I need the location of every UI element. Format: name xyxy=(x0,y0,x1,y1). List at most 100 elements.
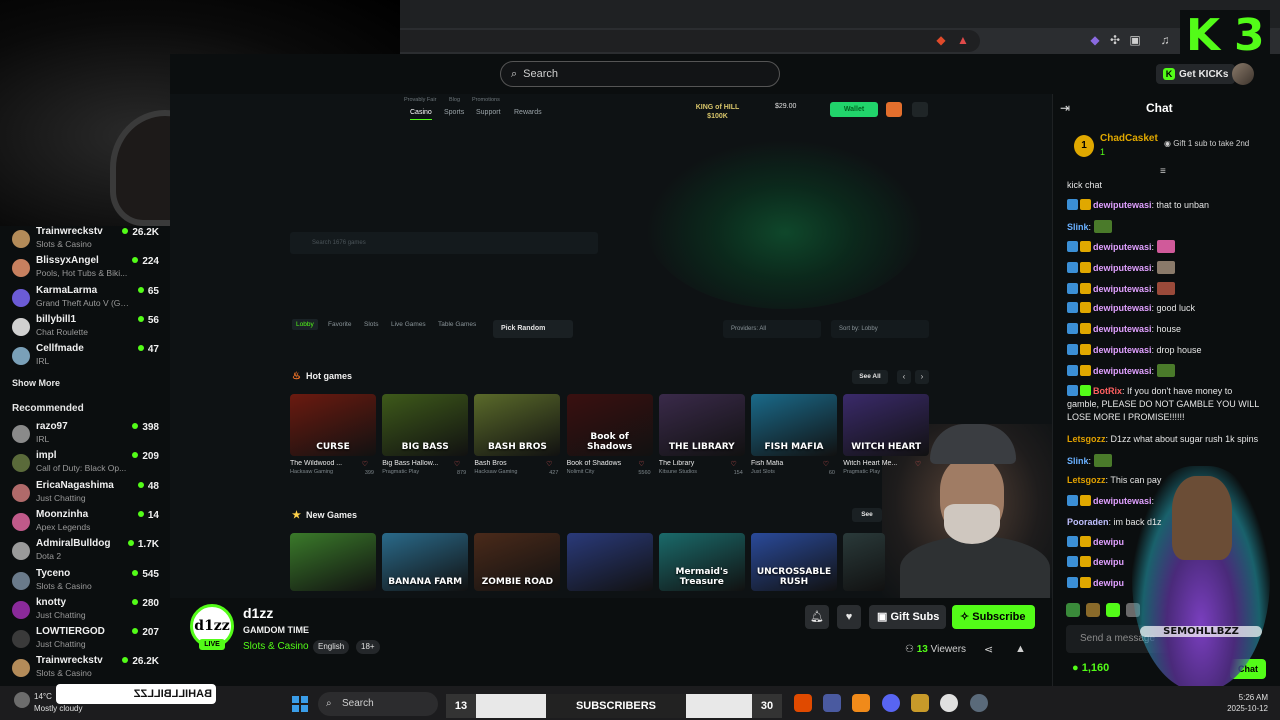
gd-tab: Table Games xyxy=(438,321,477,328)
get-kicks-button[interactable]: K Get KICKs xyxy=(1156,64,1236,84)
sidebar-channel[interactable]: Tyceno Slots & Casino 545 xyxy=(0,568,170,596)
sidebar-channel[interactable]: Cellfmade IRL 47 xyxy=(0,343,170,371)
stream-category-link[interactable]: Slots & Casino xyxy=(243,641,309,652)
app-icon[interactable] xyxy=(852,694,870,712)
mature-tag[interactable]: 18+ xyxy=(356,640,380,654)
sidebar-channel[interactable]: LOWTIERGOD Just Chatting 207 xyxy=(0,626,170,654)
sidebar-toggle-icon[interactable]: ▣ xyxy=(1128,33,1142,47)
share-icon[interactable]: ⋖ xyxy=(984,643,993,656)
chat-username[interactable]: Letsgozz xyxy=(1067,434,1106,444)
sidebar-channel[interactable]: razo97 IRL 398 xyxy=(0,421,170,449)
sidebar-channel[interactable]: BlissyxAngel Pools, Hot Tubs & Biki... 224 xyxy=(0,255,170,283)
chat-text: : im back d1z xyxy=(1108,517,1162,527)
channel-category: Slots & Casino xyxy=(36,239,92,249)
sidebar-channel[interactable]: EricaNagashima Just Chatting 48 xyxy=(0,480,170,508)
badge-icon xyxy=(1080,385,1091,396)
search-input[interactable]: ⌕ Search xyxy=(500,61,780,87)
emote-icon xyxy=(1093,220,1112,233)
gd-small-link: Provably Fair xyxy=(404,97,437,103)
heart-icon: ♡ xyxy=(638,461,645,468)
chat-username[interactable]: dewiputewasi xyxy=(1093,345,1152,355)
gift-prompt[interactable]: ◉ Gift 1 sub to take 2nd xyxy=(1164,139,1249,148)
language-tag[interactable]: English xyxy=(313,640,350,654)
chat-username[interactable]: BotRix xyxy=(1093,386,1122,396)
gd-game-search: Search 1676 games xyxy=(290,232,598,254)
gifter-name[interactable]: ChadCasket xyxy=(1100,133,1158,144)
chat-message: dewiputewasi: xyxy=(1067,261,1265,275)
show-more-link[interactable]: Show More xyxy=(12,378,60,388)
puzzle-icon[interactable]: ✣ xyxy=(1108,33,1122,47)
channel-avatar xyxy=(12,317,30,336)
channel-viewers: 398 xyxy=(132,422,159,433)
chat-username[interactable]: Slink xyxy=(1067,222,1089,232)
gd-nav-casino: Casino xyxy=(410,109,432,120)
emote-icon xyxy=(1093,454,1112,467)
sidebar-channel[interactable]: Trainwreckstv Slots & Casino 26.2K xyxy=(0,655,170,683)
hot-games-title: Hot games xyxy=(305,371,352,381)
channel-viewers: 280 xyxy=(132,598,159,609)
sidebar-channel[interactable]: AdmiralBulldog Dota 2 1.7K xyxy=(0,538,170,566)
collapse-chat-icon[interactable]: ⇥ xyxy=(1060,101,1070,115)
subs-goal: 30 xyxy=(752,694,782,718)
chat-username[interactable]: Slink xyxy=(1067,456,1089,466)
gift-subs-button[interactable]: ▣ Gift Subs xyxy=(869,605,946,629)
report-icon[interactable]: ▲ xyxy=(1015,643,1026,655)
windows-start-icon[interactable] xyxy=(292,696,308,712)
sidebar-channel[interactable]: knotty Just Chatting 280 xyxy=(0,597,170,625)
sidebar-channel[interactable]: billybill1 Chat Roulette 56 xyxy=(0,314,170,342)
chat-username[interactable]: dewipu xyxy=(1093,557,1124,567)
filter-icon[interactable]: ≡ xyxy=(1160,166,1166,177)
obs-icon[interactable] xyxy=(940,694,958,712)
chat-message: kick chat xyxy=(1067,179,1265,192)
chat-username[interactable]: dewiputewasi xyxy=(1093,200,1152,210)
system-clock[interactable]: 5:26 AM 2025-10-12 xyxy=(1222,692,1268,714)
app-icon[interactable] xyxy=(911,694,929,712)
recommended-heading: Recommended xyxy=(12,403,84,414)
emote-icon[interactable] xyxy=(1086,603,1100,617)
media-icon[interactable]: ♫ xyxy=(1158,33,1172,47)
chat-username[interactable]: dewipu xyxy=(1093,578,1124,588)
settings-icon[interactable] xyxy=(970,694,988,712)
sidebar-channel[interactable]: impl Call of Duty: Black Op... 209 xyxy=(0,450,170,478)
discord-icon[interactable] xyxy=(882,694,900,712)
chat-username[interactable]: Letsgozz xyxy=(1067,475,1106,485)
chat-username[interactable]: dewiputewasi xyxy=(1093,263,1152,273)
sidebar-channel[interactable]: Moonzinha Apex Legends 14 xyxy=(0,509,170,537)
channel-avatar xyxy=(12,288,30,307)
chat-username[interactable]: dewiputewasi xyxy=(1093,496,1152,506)
brave-rewards-icon[interactable]: ▲ xyxy=(956,33,970,47)
taskbar-search[interactable]: ⌕ Search xyxy=(318,692,438,716)
badge-icon xyxy=(1067,241,1078,252)
chat-username[interactable]: dewiputewasi xyxy=(1093,324,1152,334)
emote-icon[interactable] xyxy=(1106,603,1120,617)
game-count: 60 xyxy=(828,470,835,476)
streamer-name[interactable]: d1zz xyxy=(243,605,273,621)
sidebar-channel[interactable]: KarmaLarma Grand Theft Auto V (GTA) 65 xyxy=(0,285,170,313)
extension-icon[interactable]: ◆ xyxy=(1088,33,1102,47)
chat-username[interactable]: dewiputewasi xyxy=(1093,366,1152,376)
app-icon[interactable] xyxy=(823,694,841,712)
emote-icon[interactable] xyxy=(1066,603,1080,617)
chat-text: : that to unban xyxy=(1151,200,1210,210)
chat-username[interactable]: dewiputewasi xyxy=(1093,303,1152,313)
chat-message: dewiputewasi: xyxy=(1067,282,1265,296)
notification-bell-button[interactable]: 🔔︎ xyxy=(805,605,829,629)
kicks-balance[interactable]: ● 1,160 xyxy=(1072,662,1109,674)
chat-username[interactable]: Pooraden xyxy=(1067,517,1109,527)
chat-username[interactable]: dewiputewasi xyxy=(1093,242,1152,252)
brave-shield-icon[interactable]: ◆ xyxy=(934,33,948,47)
gd-wallet-button: Wallet xyxy=(830,102,878,117)
sidebar-channel[interactable]: Trainwreckstv Slots & Casino 26.2K xyxy=(0,226,170,254)
video-player[interactable]: Provably Fair Blog Promotions Casino Spo… xyxy=(170,94,1052,598)
chat-username[interactable]: dewipu xyxy=(1093,537,1124,547)
app-icon[interactable] xyxy=(794,694,812,712)
chat-username[interactable]: dewiputewasi xyxy=(1093,284,1152,294)
address-bar[interactable] xyxy=(400,30,980,52)
chat-message: dewipu xyxy=(1067,556,1265,569)
badge-icon xyxy=(1080,241,1091,252)
user-avatar[interactable] xyxy=(1232,63,1254,85)
follow-button[interactable]: ♥ xyxy=(837,605,861,629)
channel-viewers: 48 xyxy=(138,481,159,492)
subscribe-button[interactable]: ✧ Subscribe xyxy=(952,605,1035,629)
bell-icon: 🔔︎ xyxy=(810,611,824,623)
